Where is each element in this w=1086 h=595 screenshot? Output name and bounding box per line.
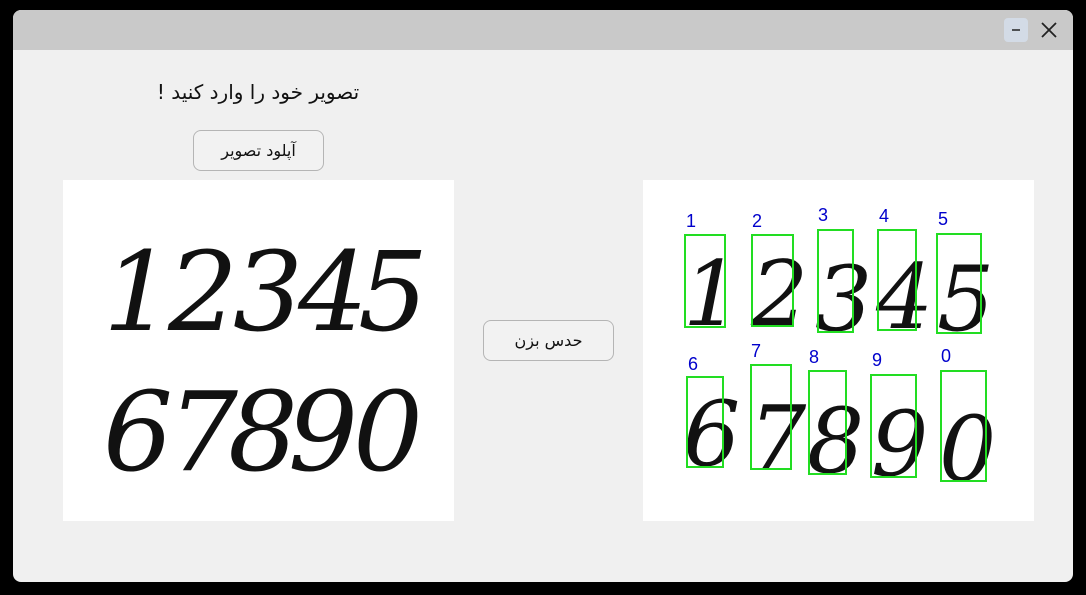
output-image-canvas: 1 2 3 4 5 6 7 8 9 0 1 2 3 4 567 8 9 0	[683, 205, 996, 502]
output-digit: 8	[807, 389, 864, 494]
detection-label: 7	[751, 341, 761, 361]
input-digit: 1	[103, 228, 173, 356]
output-digit: 1	[683, 242, 740, 347]
minimize-icon	[1012, 29, 1020, 31]
app-window: تصویر خود را وارد کنید ! آپلود تصویر حدس…	[13, 10, 1073, 582]
output-digit: 9	[871, 392, 928, 497]
output-digit: 4	[875, 245, 933, 350]
output-digit: 2	[750, 242, 808, 347]
input-digit: 0	[353, 368, 423, 496]
output-digit: 3	[815, 247, 872, 352]
detection-label: 0	[941, 346, 951, 366]
detection-label: 3	[818, 205, 828, 225]
title-bar	[13, 10, 1073, 50]
output-digit: 6	[683, 382, 740, 487]
detection-label: 2	[752, 211, 762, 231]
close-icon	[1041, 22, 1057, 38]
detection-label: 8	[809, 347, 819, 367]
input-digit: 9	[288, 368, 358, 496]
detection-label: 6	[688, 354, 698, 374]
input-image: 1 2 3 4 5 6 7 8 9 0	[63, 180, 454, 521]
output-digit: 0	[939, 397, 996, 502]
output-digit: 7	[749, 387, 807, 492]
output-image: 1 2 3 4 5 6 7 8 9 0 1234567890	[643, 180, 1034, 521]
input-image-canvas: 1 2 3 4 5 6 7 8 9 0	[103, 228, 428, 496]
output-digit: 5	[937, 247, 994, 352]
detection-label: 4	[879, 206, 889, 226]
upload-image-button[interactable]: آپلود تصویر	[193, 130, 324, 171]
close-button[interactable]	[1037, 18, 1061, 42]
detect-button[interactable]: حدس بزن	[483, 320, 614, 361]
detection-label: 9	[872, 350, 882, 370]
input-digit: 3	[233, 228, 303, 356]
detection-label: 1	[686, 211, 696, 231]
minimize-button[interactable]	[1004, 18, 1028, 42]
page-heading: تصویر خود را وارد کنید !	[156, 80, 360, 104]
input-digit: 2	[167, 228, 238, 356]
input-digit: 6	[103, 368, 173, 496]
input-digit: 5	[358, 228, 428, 356]
detection-label: 5	[938, 209, 948, 229]
